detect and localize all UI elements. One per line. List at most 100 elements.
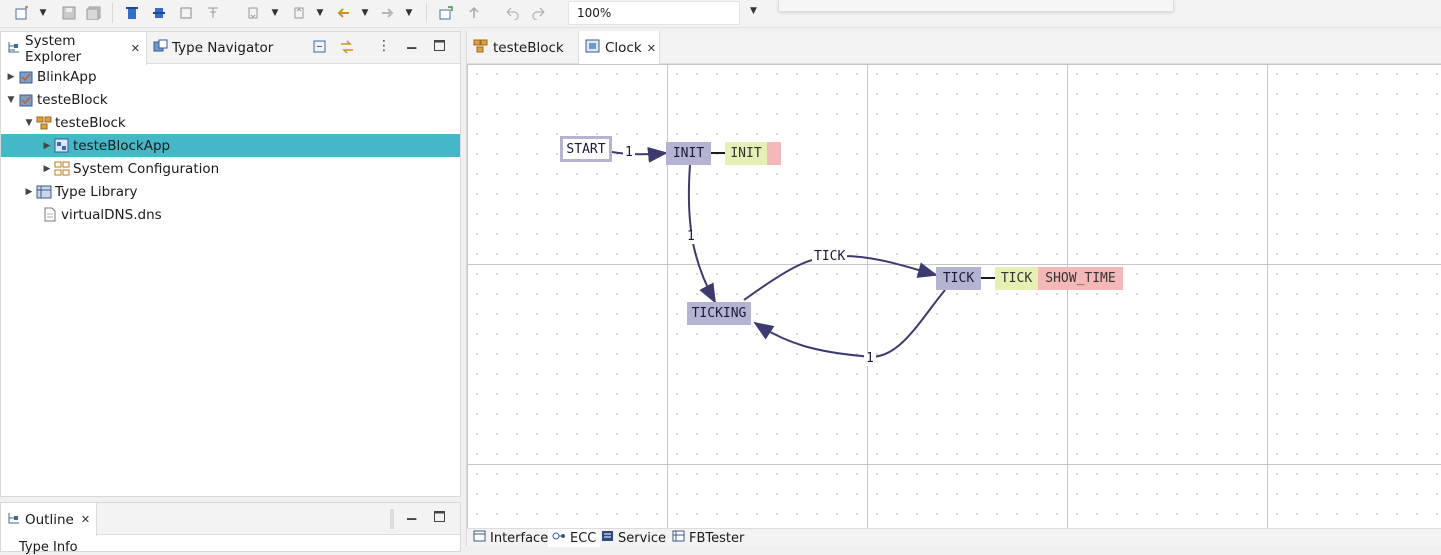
state-start[interactable]: START: [560, 136, 612, 162]
tree-item-blinkapp[interactable]: ▶ BlinkApp: [1, 65, 460, 88]
expand-icon[interactable]: ▶: [23, 187, 35, 197]
new-icon[interactable]: [13, 4, 31, 22]
toolbar-overflow-panel: [778, 0, 1174, 12]
match-width-icon[interactable]: [244, 4, 262, 22]
redo-icon[interactable]: [530, 4, 548, 22]
state-ticking[interactable]: TICKING: [687, 302, 751, 325]
left-panel-tabbar: System Explorer ✕ Type Navigator ⋮ ▁: [1, 32, 460, 65]
folder-icon: [473, 39, 488, 57]
tree-item-type-library[interactable]: ▶ Type Library: [1, 180, 460, 203]
new-dropdown-icon[interactable]: ▼: [38, 4, 48, 22]
ecc-canvas[interactable]: START 1 INIT INIT 1 TICKING TICK TICK TI…: [467, 64, 1441, 528]
close-icon[interactable]: ✕: [647, 42, 656, 55]
close-icon[interactable]: ✕: [131, 42, 140, 55]
ecc-icon: [552, 530, 566, 546]
expand-icon[interactable]: ▶: [41, 164, 53, 174]
collapse-icon[interactable]: ▼: [5, 95, 17, 105]
outline-item-type-info[interactable]: Type Info: [19, 540, 78, 555]
algorithm-init-label: INIT: [730, 146, 762, 161]
collapse-all-icon[interactable]: [313, 40, 326, 56]
match-height-dropdown-icon[interactable]: ▼: [315, 4, 325, 22]
expand-icon[interactable]: ▶: [41, 141, 53, 151]
algorithm-tick[interactable]: TICK: [995, 267, 1038, 290]
undo-icon[interactable]: [503, 4, 521, 22]
tab-service[interactable]: Service: [597, 529, 670, 547]
match-height-icon[interactable]: [290, 4, 308, 22]
main-toolbar: ▼ ▼ ▼ ▼ ▼ 100% ▼: [0, 0, 1441, 28]
tree-item-testeblockapp[interactable]: ▶ testeBlockApp: [1, 134, 460, 157]
minimize-icon[interactable]: ▁: [407, 35, 416, 49]
algorithm-init[interactable]: INIT: [725, 142, 767, 165]
system-explorer-panel: System Explorer ✕ Type Navigator ⋮ ▁ ▶ B…: [0, 31, 461, 497]
tab-interface-label: Interface: [490, 530, 549, 546]
state-tick[interactable]: TICK: [936, 267, 981, 290]
forward-dropdown-icon[interactable]: ▼: [404, 4, 414, 22]
tab-outline[interactable]: Outline ✕: [1, 503, 97, 536]
minimize-icon[interactable]: ▁: [407, 506, 416, 520]
tab-fbtester-label: FBTester: [689, 530, 745, 546]
layout-icon[interactable]: [204, 4, 222, 22]
align-middle-icon[interactable]: [150, 4, 168, 22]
link-with-editor-icon[interactable]: [339, 40, 355, 57]
tree-item-testeblock-system[interactable]: ▼ testeBlock: [1, 88, 460, 111]
tree-item-testeblock-folder[interactable]: ▼ testeBlock: [1, 111, 460, 134]
tab-testeblock[interactable]: testeBlock: [467, 31, 578, 64]
outline-divider: [390, 509, 394, 529]
collapse-icon[interactable]: ▼: [23, 118, 35, 128]
match-width-dropdown-icon[interactable]: ▼: [270, 4, 280, 22]
tab-testeblock-label: testeBlock: [493, 39, 564, 56]
tab-ecc[interactable]: ECC: [548, 529, 601, 547]
save-all-icon[interactable]: [85, 4, 103, 22]
close-icon[interactable]: ✕: [81, 513, 90, 526]
maximize-icon[interactable]: [434, 511, 445, 525]
system-explorer-icon: [7, 40, 21, 58]
save-icon[interactable]: [60, 4, 78, 22]
zoom-dropdown-icon[interactable]: ▼: [750, 6, 757, 16]
forward-icon[interactable]: [379, 4, 397, 22]
tab-fbtester[interactable]: FBTester: [668, 529, 748, 547]
state-init[interactable]: INIT: [666, 142, 711, 165]
tree-item-virtualdns[interactable]: virtualDNS.dns: [1, 203, 460, 226]
output-event-init[interactable]: [767, 142, 781, 165]
tree-item-label: testeBlock: [55, 114, 126, 131]
zoom-combo[interactable]: 100%: [568, 1, 740, 25]
expand-icon[interactable]: ▶: [5, 72, 17, 82]
tree-item-label: System Configuration: [73, 160, 220, 177]
maximize-icon[interactable]: [434, 40, 445, 54]
tree-item-system-configuration[interactable]: ▶ System Configuration: [1, 157, 460, 180]
align-bottom-icon[interactable]: [177, 4, 195, 22]
application-icon: [53, 138, 71, 153]
tab-interface[interactable]: Interface: [469, 529, 552, 547]
outline-tabbar: Outline ✕ ▁: [1, 503, 460, 536]
transition-tick-ticking-label[interactable]: 1: [864, 352, 876, 366]
up-icon[interactable]: [465, 4, 483, 22]
transition-init-ticking-label[interactable]: 1: [685, 230, 697, 244]
tree-item-label: Type Library: [55, 183, 138, 200]
system-icon: [17, 92, 35, 107]
tab-clock[interactable]: Clock ✕: [578, 31, 660, 65]
tab-system-explorer[interactable]: System Explorer ✕: [1, 32, 147, 65]
folder-icon: [35, 115, 53, 130]
outline-icon: [7, 511, 21, 529]
align-top-icon[interactable]: [123, 4, 141, 22]
back-icon[interactable]: [334, 4, 352, 22]
outline-panel: Outline ✕ ▁ Type Info: [0, 502, 461, 555]
zoom-value: 100%: [577, 6, 612, 20]
export-icon[interactable]: [437, 4, 455, 22]
output-event-tick-label: SHOW_TIME: [1045, 271, 1116, 286]
tab-type-navigator[interactable]: Type Navigator: [147, 32, 307, 64]
output-event-tick[interactable]: SHOW_TIME: [1038, 267, 1123, 290]
transition-start-init-label[interactable]: 1: [623, 146, 635, 160]
tree-item-label: BlinkApp: [37, 68, 97, 85]
interface-icon: [473, 530, 486, 546]
tab-clock-label: Clock: [605, 40, 642, 56]
view-menu-icon[interactable]: ⋮: [377, 38, 391, 54]
transition-ticking-tick-label[interactable]: TICK: [812, 250, 848, 264]
state-start-label: START: [566, 141, 606, 157]
system-configuration-icon: [53, 161, 71, 176]
fb-type-editor: testeBlock Clock ✕ START 1 INIT INIT 1 T…: [466, 31, 1441, 547]
tree-item-label: virtualDNS.dns: [61, 206, 162, 223]
transition-start-init: [611, 146, 668, 163]
back-dropdown-icon[interactable]: ▼: [360, 4, 370, 22]
state-ticking-label: TICKING: [691, 306, 747, 321]
